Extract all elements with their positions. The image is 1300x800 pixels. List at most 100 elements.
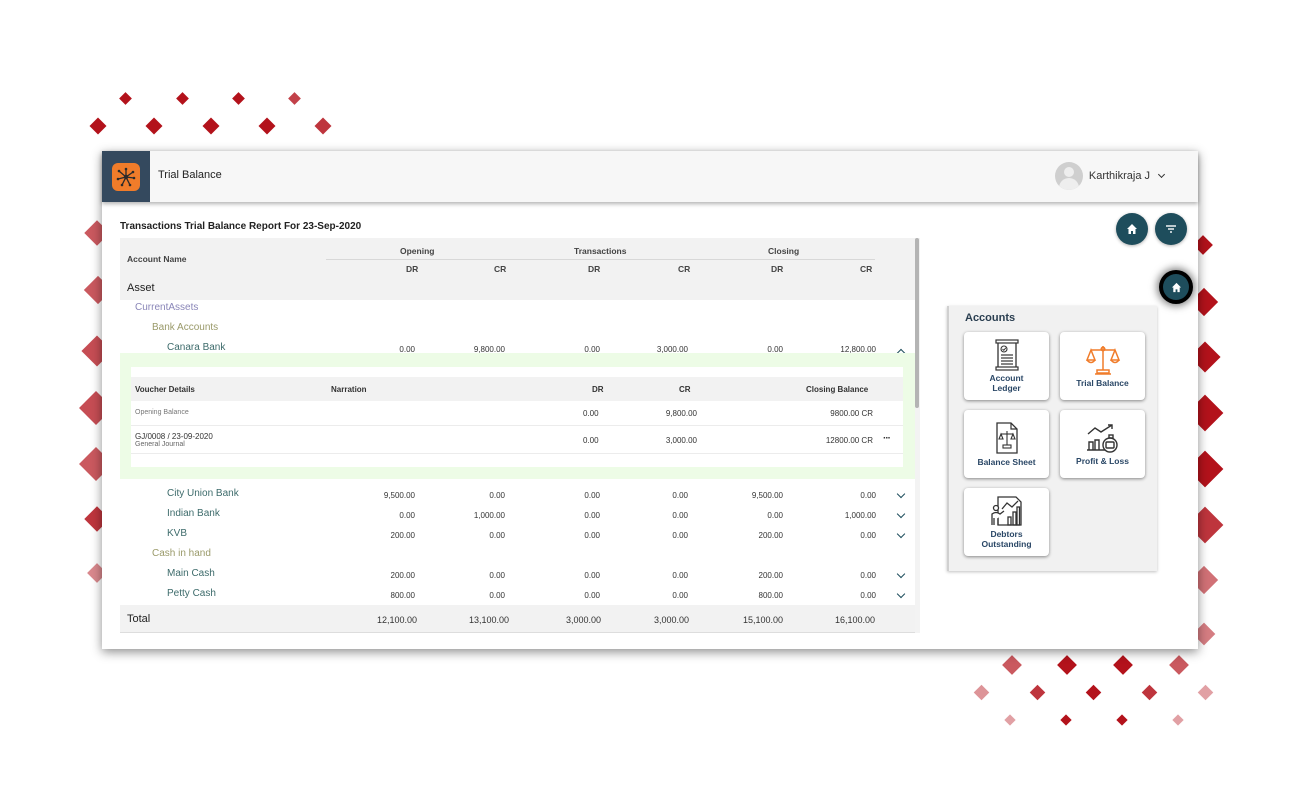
opening-dr: 200.00 — [390, 531, 415, 540]
chevron-down-icon[interactable] — [896, 529, 906, 539]
voucher-type: General Journal — [135, 441, 185, 448]
table-row[interactable]: Indian Bank 0.00 1,000.00 0.00 0.00 0.00… — [120, 504, 915, 524]
chevron-down-icon[interactable] — [896, 589, 906, 599]
decor-diamond — [1116, 714, 1128, 726]
closing-cr: 1,000.00 — [844, 511, 876, 520]
account-name: Canara Bank — [167, 342, 226, 353]
table-row[interactable]: Petty Cash 800.00 0.00 0.00 0.00 800.00 … — [120, 584, 915, 604]
home-icon — [1171, 282, 1181, 292]
decor-diamond — [1029, 684, 1046, 701]
decor-diamond — [1197, 684, 1214, 701]
decor-diamond — [1004, 714, 1016, 726]
transactions-cr: 0.00 — [672, 491, 688, 500]
transactions-cr: 0.00 — [672, 571, 688, 580]
app-window: Trial Balance Karthikraja J Transactions… — [102, 151, 1198, 649]
account-name: City Union Bank — [167, 488, 239, 499]
decor-diamond — [258, 117, 276, 135]
table-row[interactable]: City Union Bank 9,500.00 0.00 0.00 0.00 … — [120, 484, 915, 504]
transactions-dr: 0.00 — [584, 531, 600, 540]
tile-label: Account Ledger — [989, 373, 1024, 393]
column-header-narration: Narration — [331, 385, 367, 394]
table-scrollbar[interactable] — [915, 238, 920, 633]
decor-diamond — [1169, 655, 1189, 675]
tile-label: Balance Sheet — [977, 457, 1036, 467]
decor-diamond — [1057, 655, 1077, 675]
decor-diamond — [1141, 684, 1158, 701]
opening-cr: 0.00 — [489, 571, 505, 580]
voucher-dr: 0.00 — [583, 409, 599, 418]
group-row-asset[interactable]: Asset — [120, 278, 915, 300]
closing-dr: 800.00 — [758, 591, 783, 600]
opening-dr: 200.00 — [390, 571, 415, 580]
chevron-down-icon[interactable] — [896, 569, 906, 579]
voucher-dr: 0.00 — [583, 436, 599, 445]
column-header-account-name: Account Name — [127, 254, 187, 264]
transactions-dr: 0.00 — [584, 491, 600, 500]
opening-dr: 9,500.00 — [383, 491, 415, 500]
voucher-cr: 9,800.00 — [665, 409, 697, 418]
voucher-row[interactable]: Opening Balance 0.00 9,800.00 9800.00 CR — [131, 401, 903, 426]
decor-diamond — [232, 92, 245, 105]
logo-icon — [112, 162, 140, 191]
trial-balance-table: Account Name Opening Transactions Closin… — [120, 238, 915, 636]
total-transactions-cr: 3,000.00 — [653, 615, 689, 625]
header-divider — [326, 259, 875, 260]
closing-dr: 9,500.00 — [751, 491, 783, 500]
voucher-number[interactable]: GJ/0008 / 23-09-2020 — [135, 432, 213, 441]
group-row-current-assets[interactable]: CurrentAssets — [120, 298, 915, 318]
decor-diamond — [973, 684, 990, 701]
table-row[interactable]: KVB 200.00 0.00 0.00 0.00 200.00 0.00 — [120, 524, 915, 544]
chevron-down-icon — [1157, 170, 1166, 179]
column-header-closing-dr: DR — [771, 264, 784, 274]
decor-diamond — [89, 117, 107, 135]
decor-diamond — [176, 92, 189, 105]
tile-label: Profit & Loss — [1076, 456, 1129, 466]
total-opening-cr: 13,100.00 — [468, 615, 509, 625]
decor-diamond — [1085, 684, 1102, 701]
column-header-cr: CR — [679, 385, 691, 394]
tile-account-ledger[interactable]: Account Ledger — [964, 332, 1049, 400]
filter-button[interactable] — [1155, 213, 1187, 245]
closing-cr: 0.00 — [860, 571, 876, 580]
home-button[interactable] — [1116, 213, 1148, 245]
column-group-closing: Closing — [768, 246, 800, 256]
page-title: Trial Balance — [158, 169, 222, 181]
opening-dr: 0.00 — [399, 511, 415, 520]
column-group-transactions: Transactions — [574, 246, 627, 256]
group-row-cash-in-hand[interactable]: Cash in hand — [120, 544, 915, 564]
decor-diamond — [145, 117, 163, 135]
scrollbar-thumb[interactable] — [915, 238, 919, 408]
voucher-cr: 3,000.00 — [665, 436, 697, 445]
transactions-dr: 0.00 — [584, 591, 600, 600]
opening-cr: 0.00 — [489, 491, 505, 500]
balance-sheet-icon — [995, 422, 1018, 454]
app-logo[interactable] — [102, 151, 150, 202]
column-header-closing-cr: CR — [860, 264, 873, 274]
group-label: Bank Accounts — [152, 322, 219, 333]
total-opening-dr: 12,100.00 — [376, 615, 417, 625]
voucher-row[interactable]: GJ/0008 / 23-09-2020 General Journal 0.0… — [131, 426, 903, 454]
debtors-icon — [990, 496, 1022, 526]
chevron-down-icon[interactable] — [896, 489, 906, 499]
closing-cr: 0.00 — [860, 491, 876, 500]
transactions-dr: 0.00 — [584, 511, 600, 520]
floating-home-button[interactable] — [1163, 274, 1189, 300]
tile-label: Trial Balance — [1076, 378, 1129, 388]
column-header-opening-cr: CR — [494, 264, 507, 274]
opening-cr: 0.00 — [489, 591, 505, 600]
voucher-closing-balance: 12800.00 CR — [825, 436, 873, 445]
tile-trial-balance[interactable]: Trial Balance — [1060, 332, 1145, 400]
avatar — [1054, 162, 1083, 190]
accounts-panel: Accounts Account Ledger Trial Balance Ba… — [947, 306, 1157, 571]
voucher-closing-balance: 9800.00 CR — [830, 409, 873, 418]
user-menu[interactable]: Karthikraja J — [1054, 162, 1166, 190]
group-row-bank-accounts[interactable]: Bank Accounts — [120, 318, 915, 338]
tile-debtors-outstanding[interactable]: Debtors Outstanding — [964, 488, 1049, 556]
voucher-label: Opening Balance — [135, 409, 189, 416]
group-label: Cash in hand — [152, 548, 211, 559]
chevron-down-icon[interactable] — [896, 509, 906, 519]
tile-balance-sheet[interactable]: Balance Sheet — [964, 410, 1049, 478]
tile-profit-loss[interactable]: Profit & Loss — [1060, 410, 1145, 478]
table-row[interactable]: Main Cash 200.00 0.00 0.00 0.00 200.00 0… — [120, 564, 915, 584]
more-options-icon[interactable]: ··· — [883, 433, 891, 444]
